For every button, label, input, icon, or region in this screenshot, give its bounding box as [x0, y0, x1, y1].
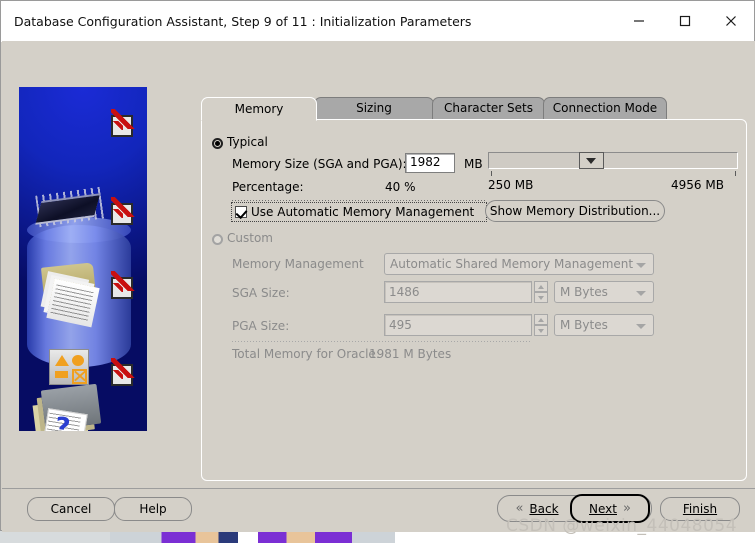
tab-strip: Memory Sizing Character Sets Connection … — [201, 97, 747, 121]
chevron-down-icon — [636, 263, 646, 268]
chevron-right-icon: » — [623, 501, 631, 516]
slider-tick-min — [491, 171, 492, 176]
window-body: ? Memory Sizing Character Sets Connectio… — [2, 41, 755, 531]
close-button[interactable] — [708, 1, 754, 41]
pga-size-input[interactable]: 495 — [384, 314, 532, 336]
step-check-icon-3 — [111, 271, 135, 299]
chevron-down-icon — [636, 291, 646, 296]
memory-tab-panel: Typical Memory Size (SGA and PGA): 1982 … — [201, 119, 747, 481]
close-icon — [726, 16, 736, 26]
sga-size-unit-value: M Bytes — [560, 285, 608, 299]
memory-size-slider-thumb[interactable] — [579, 152, 604, 169]
chevron-down-icon — [636, 324, 646, 329]
pga-size-unit-select[interactable]: M Bytes — [554, 314, 654, 336]
memory-management-select[interactable]: Automatic Shared Memory Management — [384, 253, 654, 275]
minimize-button[interactable] — [616, 1, 662, 41]
custom-radio[interactable] — [212, 234, 223, 245]
percentage-value: 40 % — [385, 180, 416, 194]
slider-max-label: 4956 MB — [671, 178, 724, 192]
sga-size-input[interactable]: 1486 — [384, 281, 532, 303]
memory-management-label: Memory Management — [232, 257, 364, 271]
memory-management-value: Automatic Shared Memory Management — [390, 257, 634, 271]
chevron-left-icon: « — [515, 501, 524, 516]
caret-up-icon — [538, 285, 544, 289]
wizard-banner-image: ? — [19, 87, 147, 431]
next-button-label: Next — [589, 501, 617, 516]
help-button[interactable]: Help — [114, 497, 192, 521]
slider-thumb-arrow-icon — [586, 158, 596, 164]
rectangle-shape-icon — [55, 371, 68, 378]
percentage-label: Percentage: — [232, 180, 304, 194]
circle-shape-icon — [72, 355, 84, 366]
sga-size-unit-select[interactable]: M Bytes — [554, 281, 654, 303]
caret-down-icon — [538, 329, 544, 333]
tab-connection-mode[interactable]: Connection Mode — [543, 97, 667, 119]
slider-min-label: 250 MB — [488, 178, 534, 192]
minimize-icon — [634, 20, 644, 22]
auto-memory-checkbox[interactable] — [235, 206, 247, 218]
custom-radio-label[interactable]: Custom — [227, 231, 273, 245]
slider-tick-max — [735, 171, 736, 176]
pga-size-label: PGA Size: — [232, 319, 290, 333]
triangle-shape-icon — [55, 355, 69, 366]
next-button[interactable]: Next » — [570, 494, 650, 523]
back-button-label: Back — [529, 501, 559, 516]
typical-radio[interactable] — [212, 138, 223, 149]
maximize-icon — [679, 15, 691, 27]
shapes-palette-icon — [49, 349, 89, 385]
memory-size-label: Memory Size (SGA and PGA): — [232, 157, 407, 171]
step-check-icon-2 — [111, 197, 135, 225]
finish-button[interactable]: Finish — [660, 497, 740, 521]
dbca-window: Database Configuration Assistant, Step 9… — [0, 0, 755, 536]
sga-spinner-down[interactable] — [534, 292, 548, 303]
back-button[interactable]: « Back — [499, 496, 575, 521]
memory-size-slider[interactable] — [488, 152, 738, 169]
memory-size-input[interactable]: 1982 — [405, 153, 455, 173]
sga-size-label: SGA Size: — [232, 286, 290, 300]
total-memory-value: 1981 M Bytes — [369, 347, 452, 361]
step-check-icon-1 — [111, 109, 135, 137]
window-title: Database Configuration Assistant, Step 9… — [14, 14, 472, 29]
auto-memory-checkbox-label[interactable]: Use Automatic Memory Management — [251, 205, 474, 219]
window-title-bar: Database Configuration Assistant, Step 9… — [1, 1, 754, 42]
crossed-box-shape-icon — [72, 369, 87, 384]
sga-size-spinner[interactable] — [534, 281, 548, 303]
typical-radio-label[interactable]: Typical — [227, 135, 268, 149]
question-mark-glyph: ? — [53, 412, 72, 431]
memory-size-unit-label: MB — [464, 157, 483, 171]
caret-up-icon — [538, 318, 544, 322]
maximize-button[interactable] — [662, 1, 708, 41]
caret-down-icon — [538, 296, 544, 300]
total-memory-label: Total Memory for Oracle: — [232, 347, 380, 361]
pga-size-unit-value: M Bytes — [560, 318, 608, 332]
pga-size-spinner[interactable] — [534, 314, 548, 336]
sga-spinner-up[interactable] — [534, 281, 548, 292]
show-memory-distribution-button[interactable]: Show Memory Distribution... — [485, 200, 665, 222]
tab-character-sets[interactable]: Character Sets — [432, 97, 545, 119]
pga-spinner-down[interactable] — [534, 325, 548, 336]
tab-memory[interactable]: Memory — [201, 97, 317, 121]
custom-separator — [232, 341, 532, 342]
cancel-button[interactable]: Cancel — [27, 497, 115, 521]
typical-separator — [232, 200, 485, 201]
finish-button-label: Finish — [682, 502, 718, 516]
step-check-icon-4 — [111, 358, 135, 386]
tab-sizing[interactable]: Sizing — [314, 97, 434, 119]
pga-spinner-up[interactable] — [534, 314, 548, 325]
